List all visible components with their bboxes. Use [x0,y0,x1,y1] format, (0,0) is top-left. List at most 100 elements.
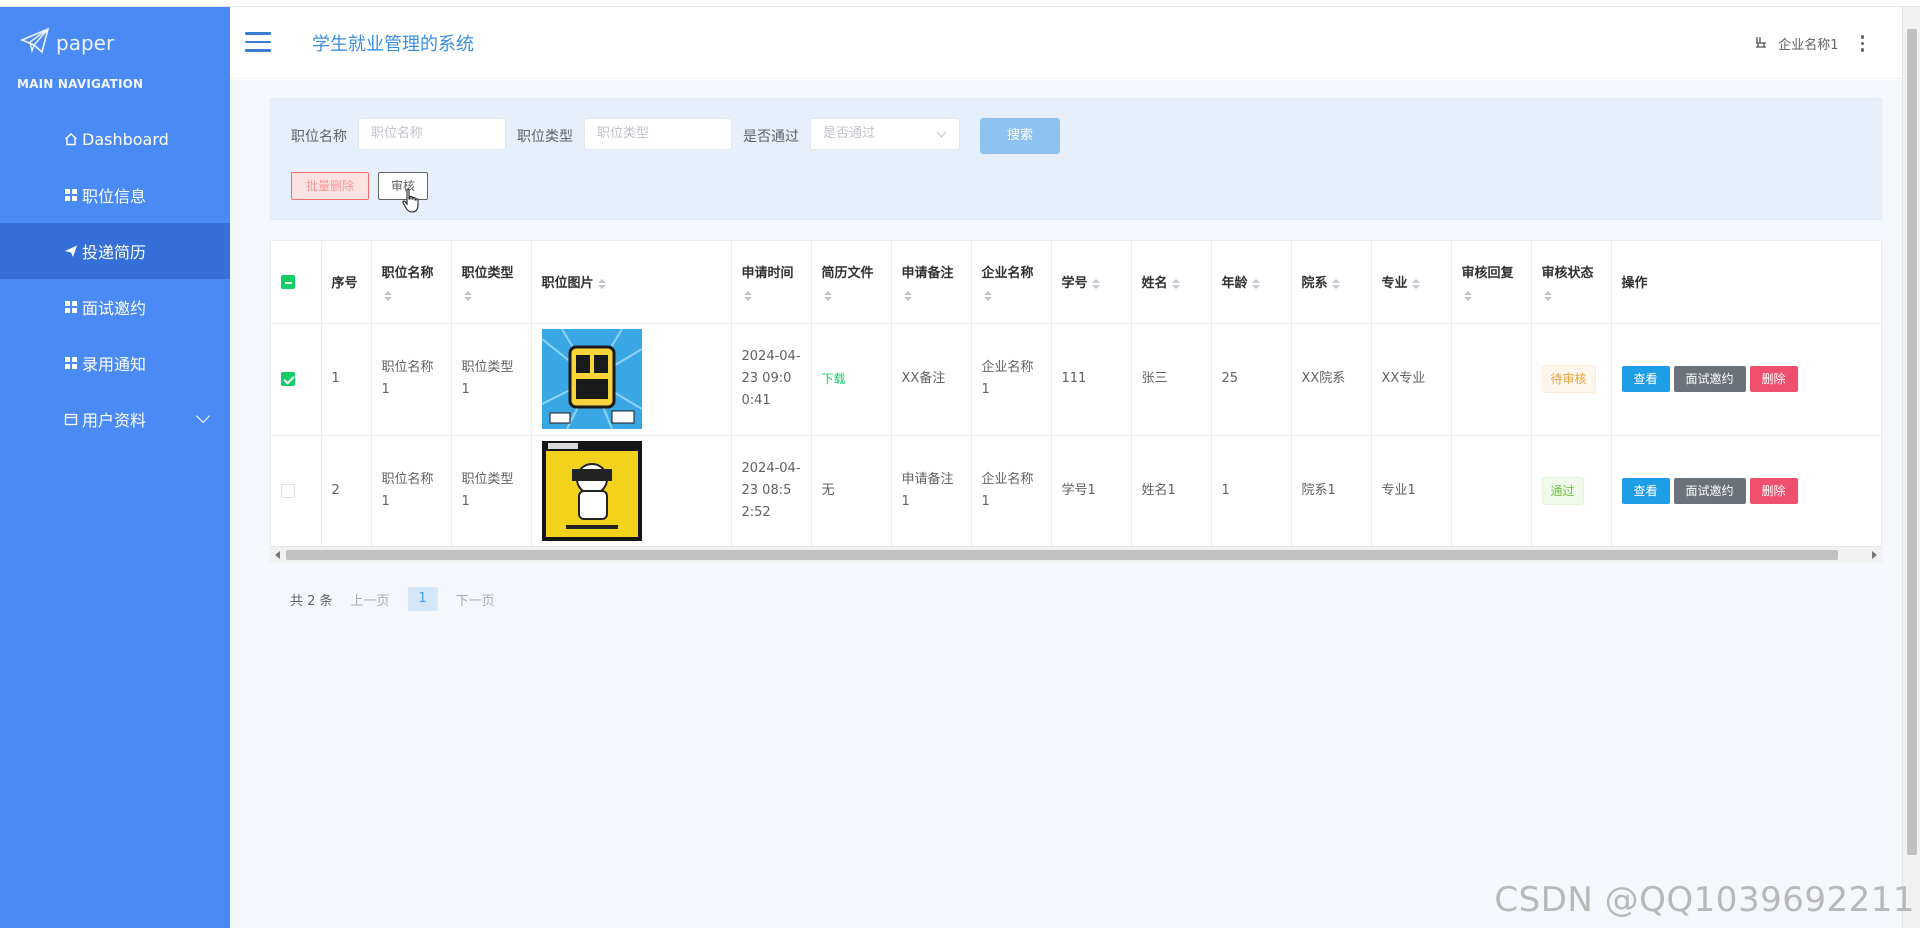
sidebar-item-interview[interactable]: 面试邀约 [0,279,230,335]
total-count: 共 2 条 [290,593,333,609]
nav-section-title: MAIN NAVIGATION [17,77,144,91]
cell-name: 张三 [1131,323,1212,436]
col-header[interactable]: 姓名 [1131,241,1212,324]
next-page-button[interactable]: 下一页 [456,590,495,609]
col-header[interactable]: 专业 [1371,241,1452,324]
prev-page-button[interactable]: 上一页 [351,590,390,609]
status-badge: 通过 [1541,477,1584,505]
bulk-delete-button[interactable]: 批量删除 [291,172,369,200]
sidebar-item-label: Dashboard [82,129,169,149]
cell-job-image [531,323,732,436]
sort-icon [383,291,441,302]
recruit-poster-image [541,441,642,541]
home-icon [64,132,78,146]
sidebar-item-job-info[interactable]: 职位信息 [0,167,230,223]
sidebar-item-offer[interactable]: 录用通知 [0,335,230,391]
sort-icon [1411,278,1420,289]
delete-button[interactable]: 删除 [1749,366,1798,392]
cell-reply [1451,323,1532,436]
scroll-right-icon[interactable] [1872,551,1877,559]
cell-index: 1 [321,323,372,436]
col-header[interactable]: 审核状态 [1531,241,1612,324]
main-content: 职位名称 职位名称 职位类型 职位类型 是否通过 是否通过 搜索 批量删除 审核… [230,80,1902,928]
menu-toggle-icon[interactable] [245,32,271,52]
grid-icon [64,188,78,202]
user-area: 企业名称1 [1754,34,1864,53]
scrollbar-thumb[interactable] [1907,29,1917,855]
cell-department: 院系1 [1291,435,1372,548]
col-header[interactable]: 审核回复 [1451,241,1532,324]
cell-index: 2 [321,435,372,548]
scrollbar-thumb[interactable] [286,550,1838,560]
passed-select-value: 是否通过 [823,126,876,141]
cell-remark: XX备注 [891,323,972,436]
delete-button[interactable]: 删除 [1749,478,1798,504]
job-name-input[interactable]: 职位名称 [358,118,506,150]
view-button[interactable]: 查看 [1621,478,1670,504]
interview-invite-button[interactable]: 面试邀约 [1673,478,1746,504]
cell-apply-time: 2024-04-23 09:00:41 [731,323,812,436]
pagination: 共 2 条 上一页 1 下一页 [290,587,495,611]
col-header[interactable]: 申请时间 [731,241,812,324]
search-button[interactable]: 搜索 [980,118,1060,154]
row-select-cell[interactable] [271,323,322,436]
cell-department: XX院系 [1291,323,1372,436]
more-options-icon[interactable] [1860,35,1864,52]
status-badge: 待审核 [1541,365,1596,393]
sidebar-item-profile[interactable]: 用户资料 [0,391,230,447]
col-header[interactable]: 学号 [1051,241,1132,324]
sort-icon [463,291,521,302]
col-header[interactable]: 职位名称 [371,241,452,324]
col-header: 操作 [1611,241,1881,324]
cell-resume: 下载 [811,323,892,436]
chevron-down-icon [936,127,947,138]
chevron-down-icon[interactable] [195,408,211,424]
paper-plane-icon [19,26,50,60]
cell-age: 25 [1211,323,1292,436]
vertical-scrollbar[interactable] [1902,7,1920,928]
table-row[interactable]: 1 职位名称1 职位类型1 2024-04-23 09:00:41 下载 XX备… [271,323,1881,436]
view-button[interactable]: 查看 [1621,366,1670,392]
user-icon [1754,35,1768,53]
select-all-cell[interactable] [271,241,322,324]
row-checkbox[interactable] [281,371,295,386]
passed-select[interactable]: 是否通过 [810,118,960,150]
horizontal-scrollbar[interactable] [270,546,1882,563]
col-header[interactable]: 院系 [1291,241,1372,324]
sidebar-item-dashboard[interactable]: Dashboard [0,111,230,167]
page-title: 学生就业管理的系统 [312,34,474,55]
user-name[interactable]: 企业名称1 [1778,34,1838,53]
sort-icon [1543,291,1601,302]
row-checkbox[interactable] [281,483,295,498]
scroll-left-icon[interactable] [275,551,280,559]
col-header[interactable]: 职位类型 [451,241,532,324]
table-row[interactable]: 2 职位名称1 职位类型1 2024-04-23 08:52:52 无 申请备注… [271,435,1881,548]
download-link[interactable]: 下载 [822,372,846,386]
col-header[interactable]: 职位图片 [531,241,732,324]
calendar-icon [64,412,78,426]
cell-job-name: 职位名称1 [371,323,452,436]
table-header-row: 序号 职位名称 职位类型 职位图片 申请时间 简历文件 申请备注 企业名称 学号… [271,241,1881,324]
interview-invite-button[interactable]: 面试邀约 [1673,366,1746,392]
col-header: 序号 [321,241,372,324]
col-header[interactable]: 申请备注 [891,241,972,324]
sort-icon [743,291,801,302]
top-border [0,0,1920,7]
job-type-input[interactable]: 职位类型 [584,118,732,150]
sort-icon [1251,278,1260,289]
sort-icon [1331,278,1340,289]
row-select-cell[interactable] [271,435,322,548]
select-all-checkbox[interactable] [281,274,295,289]
col-header[interactable]: 简历文件 [811,241,892,324]
sidebar-item-label: 职位信息 [82,187,147,206]
cell-job-name: 职位名称1 [371,435,452,548]
col-header[interactable]: 企业名称 [971,241,1052,324]
sidebar-item-resume[interactable]: 投递简历 [0,223,264,279]
sidebar: paper MAIN NAVIGATION Dashboard 职位信息 投递简… [0,7,264,928]
sidebar-item-label: 录用通知 [82,355,147,374]
page-number-button[interactable]: 1 [407,587,438,611]
cell-job-image [531,435,732,548]
job-name-label: 职位名称 [291,129,347,145]
col-header[interactable]: 年龄 [1211,241,1292,324]
logo[interactable]: paper [19,25,114,61]
